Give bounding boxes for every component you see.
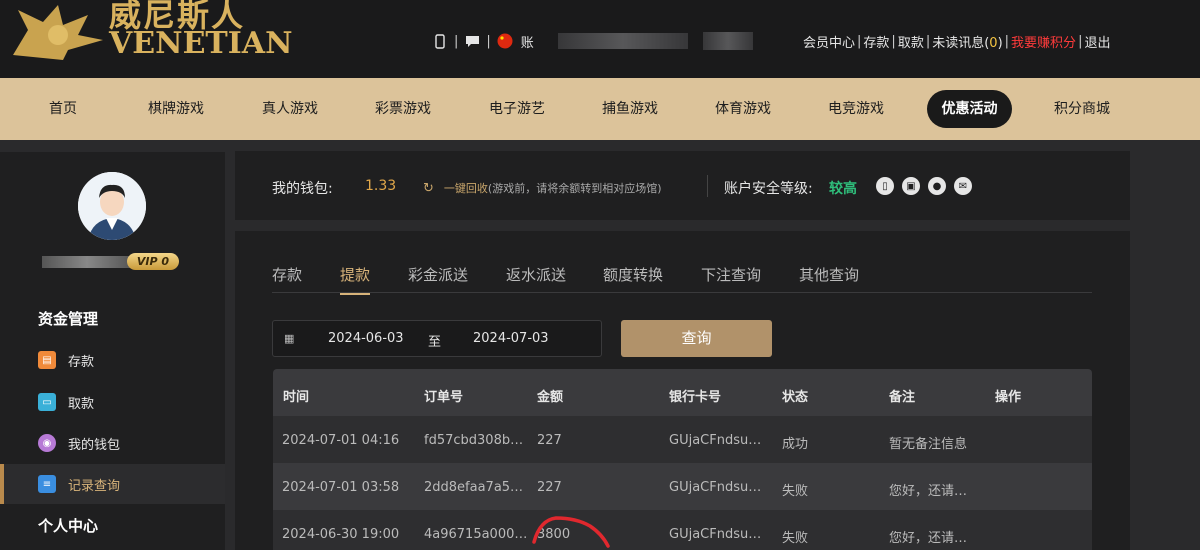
- col-bank-card: 银行卡号: [669, 390, 722, 405]
- cell-status: 成功: [782, 437, 809, 452]
- cell-status: 失败: [782, 531, 809, 546]
- cell-order-no: 4a96715a000…: [424, 527, 528, 542]
- user-topbar: | | 账: [430, 30, 753, 52]
- withdraw-icon: ▭: [38, 393, 56, 411]
- records-icon: ≡: [38, 475, 56, 493]
- wallet-label: 我的钱包:: [272, 181, 333, 197]
- logo-text-en: VENETIAN: [109, 26, 293, 61]
- query-button[interactable]: 查询: [621, 320, 772, 357]
- funds-management-title: 资金管理: [38, 310, 99, 328]
- tabs-divider: [272, 292, 1092, 293]
- security-level-value: 较高: [829, 181, 857, 197]
- email-verify-icon[interactable]: ✉: [954, 177, 972, 195]
- earn-points-link[interactable]: 我要赚积分: [1011, 32, 1076, 51]
- cell-bank-card: GUjaCFndsu…: [669, 480, 762, 495]
- cell-time: 2024-07-01 04:16: [282, 433, 400, 448]
- account-label: 账: [520, 35, 534, 51]
- user-avatar-icon: [78, 172, 146, 240]
- cell-bank-card: GUjaCFndsu…: [669, 433, 762, 448]
- deposit-link[interactable]: 存款: [863, 32, 889, 51]
- member-center-link[interactable]: 会员中心: [803, 32, 855, 51]
- logo[interactable]: 威尼斯人 VENETIAN: [4, 0, 293, 62]
- tab-other-query[interactable]: 其他查询: [799, 264, 859, 293]
- deposit-icon: ▤: [38, 351, 56, 369]
- divider: [707, 175, 708, 197]
- unread-count: 0: [989, 36, 998, 51]
- security-icons: ▯ ▣ ● ✉: [876, 177, 980, 195]
- cell-amount: 227: [537, 480, 562, 495]
- cell-time: 2024-07-01 03:58: [282, 480, 400, 495]
- date-from-input[interactable]: 2024-06-03: [328, 331, 404, 346]
- col-remark: 备注: [889, 390, 916, 405]
- col-amount: 金额: [537, 390, 564, 405]
- date-to-label: 至: [428, 335, 442, 350]
- nav-promotions[interactable]: 优惠活动: [927, 90, 1012, 128]
- cell-time: 2024-06-30 19:00: [282, 527, 400, 542]
- sidebar-item-wallet[interactable]: ◉ 我的钱包: [0, 423, 225, 463]
- phone-verify-icon[interactable]: ▯: [876, 177, 894, 195]
- personal-center-title: 个人中心: [38, 517, 99, 535]
- nav-fishing[interactable]: 捕鱼游戏: [590, 90, 670, 128]
- tab-deposit[interactable]: 存款: [272, 264, 302, 293]
- account-masked: [557, 33, 688, 49]
- username-masked: [42, 256, 132, 268]
- tab-bet-query[interactable]: 下注查询: [701, 264, 761, 293]
- phone-icon[interactable]: [432, 33, 448, 49]
- nav-slots[interactable]: 电子游艺: [477, 90, 557, 128]
- tab-withdraw[interactable]: 提款: [340, 264, 371, 295]
- security-level-label: 账户安全等级:: [724, 181, 813, 197]
- cell-remark: 暂无备注信息: [889, 437, 968, 452]
- nav-live-games[interactable]: 真人游戏: [250, 90, 330, 128]
- cell-order-no: fd57cbd308b…: [424, 433, 524, 448]
- red-annotation-mark: [532, 516, 610, 548]
- wallet-icon: ◉: [38, 434, 56, 452]
- cell-amount: 227: [537, 433, 562, 448]
- winged-lion-icon: [13, 5, 103, 60]
- vip-badge: VIP 0: [127, 253, 179, 270]
- id-card-icon[interactable]: ▣: [902, 177, 920, 195]
- col-order-no: 订单号: [424, 390, 464, 405]
- chat-icon[interactable]: [464, 33, 480, 49]
- col-time: 时间: [283, 390, 310, 405]
- unread-messages-link[interactable]: 未读讯息(0): [932, 32, 1002, 51]
- tab-rebate[interactable]: 返水派送: [506, 264, 566, 293]
- cell-remark: 您好，还请…: [889, 531, 968, 546]
- col-status: 状态: [782, 390, 809, 405]
- nav-card-games[interactable]: 棋牌游戏: [136, 90, 216, 128]
- logout-link[interactable]: 退出: [1084, 32, 1110, 51]
- avatar[interactable]: [78, 172, 146, 240]
- divider: |: [486, 33, 491, 49]
- nav-sports[interactable]: 体育游戏: [703, 90, 783, 128]
- tab-bonus[interactable]: 彩金派送: [408, 264, 468, 293]
- tab-transfer[interactable]: 额度转换: [603, 264, 663, 293]
- cell-order-no: 2dd8efaa7a5…: [424, 480, 524, 495]
- nav-points-mall[interactable]: 积分商城: [1042, 90, 1122, 128]
- date-to-input[interactable]: 2024-07-03: [473, 331, 549, 346]
- user-links: 会员中心 | 存款 | 取款 | 未读讯息(0) | 我要赚积分 | 退出: [803, 32, 1111, 51]
- refresh-icon: ↻: [423, 180, 434, 196]
- col-action: 操作: [995, 390, 1022, 405]
- divider: |: [454, 33, 459, 49]
- withdraw-link[interactable]: 取款: [898, 32, 924, 51]
- cell-status: 失败: [782, 484, 809, 499]
- sidebar-item-records[interactable]: ≡ 记录查询: [0, 464, 225, 504]
- user-verify-icon[interactable]: ●: [928, 177, 946, 195]
- one-click-recycle-button[interactable]: ↻ 一键回收 (游戏前，请将余额转到相对应场馆): [423, 180, 662, 196]
- nav-esports[interactable]: 电竞游戏: [816, 90, 896, 128]
- cell-bank-card: GUjaCFndsu…: [669, 527, 762, 542]
- calendar-icon: ▦: [284, 332, 295, 345]
- sidebar-item-deposit[interactable]: ▤ 存款: [0, 340, 225, 380]
- nav-home[interactable]: 首页: [30, 90, 96, 128]
- wallet-amount: 1.33: [365, 178, 397, 194]
- cell-remark: 您好，还请…: [889, 484, 968, 499]
- balance-masked: [702, 32, 753, 50]
- nav-lottery[interactable]: 彩票游戏: [363, 90, 443, 128]
- sidebar-item-withdraw[interactable]: ▭ 取款: [0, 382, 225, 422]
- china-flag-icon[interactable]: [497, 33, 513, 49]
